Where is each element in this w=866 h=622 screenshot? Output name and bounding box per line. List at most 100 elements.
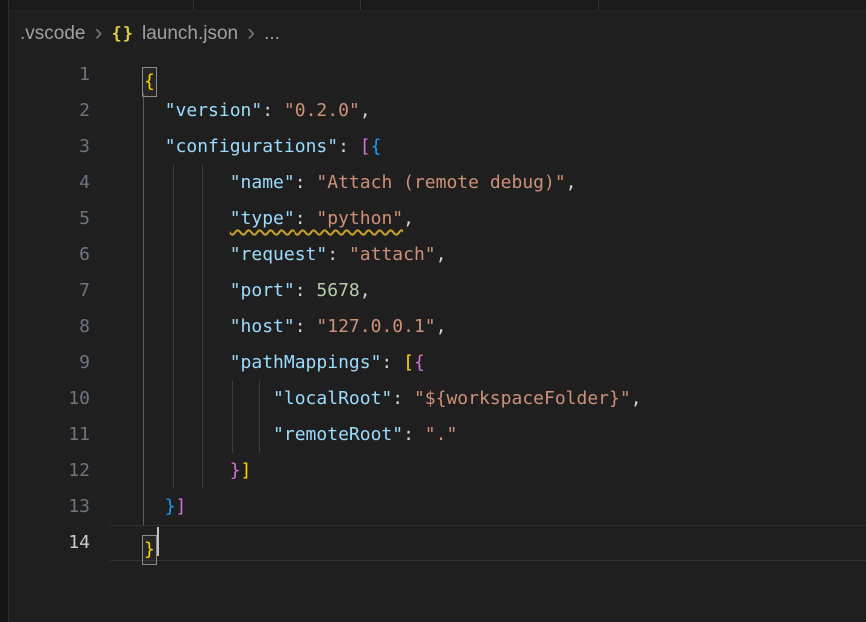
line-number[interactable]: 7 — [0, 273, 110, 309]
line-number[interactable]: 14 — [0, 525, 110, 561]
line-number[interactable]: 2 — [0, 93, 110, 129]
breadcrumb-folder[interactable]: .vscode — [20, 23, 85, 45]
indent-guide — [232, 381, 233, 453]
chevron-right-icon: › — [247, 19, 255, 47]
code-token: "python" — [316, 208, 403, 229]
code-token — [143, 244, 230, 265]
code-line[interactable]: 10 "localRoot": "${workspaceFolder}", — [0, 381, 866, 417]
code-line[interactable]: 12 }] — [0, 453, 866, 489]
code-token: : — [295, 316, 317, 337]
line-number[interactable]: 1 — [0, 57, 110, 93]
code-token: , — [360, 100, 371, 121]
line-content[interactable]: }] — [110, 489, 866, 525]
tab-divider — [360, 0, 361, 10]
code-token: "version" — [165, 100, 263, 121]
line-number[interactable]: 12 — [0, 453, 110, 489]
code-token: ] — [176, 496, 187, 517]
line-number[interactable]: 4 — [0, 165, 110, 201]
code-token: , — [360, 280, 371, 301]
code-token — [143, 424, 273, 445]
line-content[interactable]: "name": "Attach (remote debug)", — [110, 165, 866, 201]
code-token: ] — [241, 460, 252, 481]
line-content[interactable]: "request": "attach", — [110, 237, 866, 273]
code-token — [143, 172, 230, 193]
line-content[interactable]: }] — [110, 453, 866, 489]
line-content[interactable]: "type": "python", — [110, 201, 866, 237]
line-number[interactable]: 6 — [0, 237, 110, 273]
code-token: { — [144, 71, 155, 92]
indent-guide — [202, 165, 203, 489]
code-token: : — [381, 352, 403, 373]
line-content[interactable]: { — [110, 57, 866, 93]
window-left-edge — [0, 0, 9, 622]
code-line[interactable]: 1{ — [0, 57, 866, 93]
code-token: , — [436, 316, 447, 337]
bracket-match-box: } — [142, 535, 157, 565]
code-token: : — [295, 172, 317, 193]
line-content[interactable]: "localRoot": "${workspaceFolder}", — [110, 381, 866, 417]
code-token: , — [566, 172, 577, 193]
code-token: "port" — [230, 280, 295, 301]
code-token: "Attach (remote debug)" — [316, 172, 565, 193]
code-line[interactable]: 13 }] — [0, 489, 866, 525]
line-content[interactable]: "host": "127.0.0.1", — [110, 309, 866, 345]
code-line[interactable]: 7 "port": 5678, — [0, 273, 866, 309]
code-token — [143, 100, 165, 121]
line-number[interactable]: 11 — [0, 417, 110, 453]
breadcrumb: .vscode › {} launch.json › ... — [0, 11, 866, 57]
line-content[interactable]: "remoteRoot": "." — [110, 417, 866, 453]
line-number[interactable]: 5 — [0, 201, 110, 237]
code-token: : — [338, 136, 360, 157]
line-number[interactable]: 8 — [0, 309, 110, 345]
code-token: } — [144, 539, 155, 560]
line-content[interactable]: "configurations": [{ — [110, 129, 866, 165]
code-token — [143, 352, 230, 373]
code-line[interactable]: 8 "host": "127.0.0.1", — [0, 309, 866, 345]
code-token: { — [371, 136, 382, 157]
code-line[interactable]: 9 "pathMappings": [{ — [0, 345, 866, 381]
breadcrumb-symbol-ellipsis[interactable]: ... — [264, 23, 280, 45]
code-line[interactable]: 11 "remoteRoot": "." — [0, 417, 866, 453]
code-token — [143, 136, 165, 157]
code-line[interactable]: 14} — [0, 525, 866, 561]
code-token: [ — [403, 352, 414, 373]
text-cursor — [157, 527, 159, 556]
tab-divider — [598, 0, 599, 10]
code-token: : — [403, 424, 425, 445]
line-content[interactable]: } — [110, 525, 866, 561]
code-line[interactable]: 2 "version": "0.2.0", — [0, 93, 866, 129]
line-content[interactable]: "version": "0.2.0", — [110, 93, 866, 129]
code-token: [ — [360, 136, 371, 157]
breadcrumb-file[interactable]: launch.json — [142, 23, 238, 45]
code-token: "type" — [230, 208, 295, 229]
code-token: 5678 — [316, 280, 359, 301]
tab-divider — [193, 0, 194, 10]
chevron-right-icon: › — [94, 19, 102, 47]
line-number[interactable]: 9 — [0, 345, 110, 381]
code-line[interactable]: 4 "name": "Attach (remote debug)", — [0, 165, 866, 201]
code-token — [143, 208, 230, 229]
editor[interactable]: 1{2 "version": "0.2.0",3 "configurations… — [0, 57, 866, 561]
code-token: : — [392, 388, 414, 409]
line-number[interactable]: 3 — [0, 129, 110, 165]
code-token — [143, 496, 165, 517]
code-token — [143, 316, 230, 337]
code-token: : — [262, 100, 284, 121]
code-token: } — [165, 496, 176, 517]
line-number[interactable]: 10 — [0, 381, 110, 417]
code-token: "pathMappings" — [230, 352, 382, 373]
code-token: "localRoot" — [273, 388, 392, 409]
code-token — [143, 460, 230, 481]
line-number[interactable]: 13 — [0, 489, 110, 525]
code-token: "${workspaceFolder}" — [414, 388, 631, 409]
line-content[interactable]: "port": 5678, — [110, 273, 866, 309]
code-line[interactable]: 3 "configurations": [{ — [0, 129, 866, 165]
code-token: , — [436, 244, 447, 265]
code-line[interactable]: 5 "type": "python", — [0, 201, 866, 237]
code-token: "." — [425, 424, 458, 445]
code-line[interactable]: 6 "request": "attach", — [0, 237, 866, 273]
code-token: : — [327, 244, 349, 265]
code-token — [143, 388, 273, 409]
line-content[interactable]: "pathMappings": [{ — [110, 345, 866, 381]
code-token: : — [295, 280, 317, 301]
